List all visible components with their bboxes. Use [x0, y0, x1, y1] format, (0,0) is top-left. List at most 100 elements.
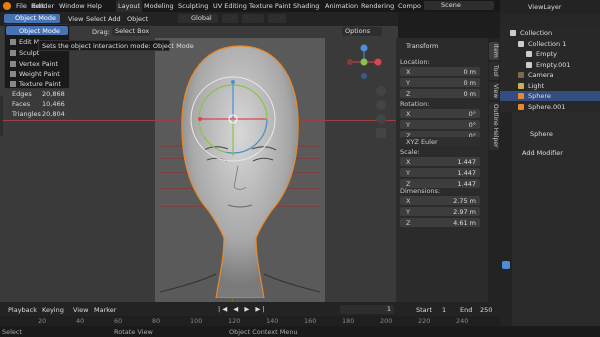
- transform-gizmo[interactable]: [188, 74, 278, 164]
- dimensions-z-field[interactable]: Z 4.61 m: [400, 218, 480, 227]
- keying-menu[interactable]: Keying: [42, 306, 64, 314]
- outliner-row-label: Light: [528, 81, 545, 90]
- tab-rendering[interactable]: Rendering: [361, 2, 394, 10]
- outliner-row[interactable]: Camera: [500, 70, 600, 80]
- view-menu[interactable]: View: [68, 15, 83, 23]
- outliner-row[interactable]: Sphere.001: [500, 102, 600, 112]
- outliner-row[interactable]: Light: [500, 81, 600, 91]
- start-frame-value[interactable]: 1: [442, 306, 446, 314]
- menu-file[interactable]: File: [16, 2, 27, 10]
- field-key: X: [406, 197, 411, 205]
- timeline: Playback Keying View Marker |◀ ◀ ▶ ▶| 1 …: [0, 302, 500, 326]
- tab-sculpting[interactable]: Sculpting: [178, 2, 208, 10]
- tab-outline-helper[interactable]: Outline Helper: [489, 102, 499, 150]
- tab-animation[interactable]: Animation: [325, 2, 358, 10]
- menu-render[interactable]: Render: [31, 2, 54, 10]
- menu-item-vertex-paint[interactable]: Vertex Paint: [19, 60, 58, 68]
- camera-icon: [518, 72, 524, 78]
- pan-hand-icon[interactable]: [376, 100, 386, 110]
- object-menu[interactable]: Object: [127, 15, 148, 23]
- field-value: 0 m: [463, 90, 476, 98]
- stat-value: 20,868: [42, 90, 65, 98]
- stats-overlay: Edges 20,868 Faces 10,466 Triangles 20,804: [12, 90, 65, 120]
- rotation-x-field[interactable]: X 0°: [400, 109, 480, 118]
- field-key: Y: [406, 208, 410, 216]
- rotation-mode-value: XYZ Euler: [406, 138, 438, 146]
- add-modifier-button[interactable]: Add Modifier: [522, 149, 563, 157]
- tab-modeling[interactable]: Modeling: [144, 2, 174, 10]
- outliner-row[interactable]: Empty: [500, 49, 600, 59]
- outliner-row[interactable]: Sphere: [500, 91, 600, 101]
- current-frame-field[interactable]: 1: [340, 305, 394, 314]
- play-controls[interactable]: |◀ ◀ ▶ ▶|: [218, 305, 267, 313]
- navigation-gizmo[interactable]: [346, 44, 382, 80]
- snap-toggle[interactable]: [242, 14, 264, 23]
- field-key: Z: [406, 219, 411, 227]
- grid-view-icon[interactable]: [376, 128, 386, 138]
- menu-item-sculpt[interactable]: Sculpt: [19, 49, 39, 57]
- outliner-row[interactable]: Collection: [500, 28, 600, 38]
- tab-item[interactable]: Item: [489, 42, 499, 60]
- tab-view[interactable]: View: [489, 82, 499, 100]
- sculpt-icon: [10, 50, 16, 56]
- tab-tool[interactable]: Tool: [489, 62, 499, 80]
- playback-menu[interactable]: Playback: [8, 306, 37, 314]
- end-frame-value[interactable]: 250: [480, 306, 492, 314]
- frame-ruler[interactable]: 20 40 60 80 100 120 140 160 180 200 220 240: [0, 316, 500, 326]
- marker-menu[interactable]: Marker: [94, 306, 116, 314]
- scene-selector[interactable]: Scene: [424, 1, 494, 10]
- location-z-field[interactable]: Z 0 m: [400, 89, 480, 98]
- blender-logo-icon[interactable]: [3, 2, 11, 10]
- light-icon: [518, 82, 524, 89]
- location-x-field[interactable]: X 0 m: [400, 67, 480, 76]
- properties-tabs: [500, 112, 512, 337]
- outliner-row-label: Collection 1: [528, 39, 567, 48]
- panel-title[interactable]: Transform: [406, 42, 438, 50]
- tab-compositing[interactable]: Compo: [398, 2, 421, 10]
- rotation-mode-selector[interactable]: XYZ Euler: [400, 137, 480, 146]
- stat-edges: Edges 20,868: [12, 90, 65, 100]
- menu-item-edit-mode[interactable]: Edit M: [19, 38, 39, 46]
- tab-texture-paint[interactable]: Texture Paint: [249, 2, 291, 10]
- sphere-icon: [518, 93, 524, 99]
- rotation-y-field[interactable]: Y 0°: [400, 120, 480, 129]
- location-y-field[interactable]: Y 0 m: [400, 78, 480, 87]
- menu-help[interactable]: Help: [87, 2, 102, 10]
- ruler-tick-label: 140: [266, 317, 279, 325]
- stat-label: Faces: [12, 100, 31, 108]
- collection-1-icon: [518, 40, 524, 47]
- outliner-row[interactable]: Empty.001: [500, 60, 600, 70]
- view-menu[interactable]: View: [73, 306, 88, 314]
- dimensions-y-field[interactable]: Y 2.97 m: [400, 207, 480, 216]
- texture-paint-icon: [10, 81, 16, 87]
- orientation-selector[interactable]: Global: [178, 14, 218, 23]
- proportional-toggle[interactable]: [268, 14, 286, 23]
- vertex-paint-icon: [10, 61, 16, 67]
- add-menu[interactable]: Add: [108, 15, 121, 23]
- mode-selector[interactable]: Object Mode: [4, 14, 60, 23]
- camera-view-icon[interactable]: [376, 114, 386, 124]
- menu-item-texture-paint[interactable]: Texture Paint: [19, 80, 61, 88]
- drag-mode-selector[interactable]: Select Box: [112, 27, 150, 36]
- tab-shading[interactable]: Shading: [293, 2, 319, 10]
- dimensions-x-field[interactable]: X 2.75 m: [400, 196, 480, 205]
- options-button[interactable]: Options: [342, 27, 382, 36]
- menu-window[interactable]: Window: [59, 2, 85, 10]
- select-menu[interactable]: Select: [86, 15, 106, 23]
- scale-y-field[interactable]: Y 1.447: [400, 168, 480, 177]
- menu-item-weight-paint[interactable]: Weight Paint: [19, 70, 60, 78]
- field-key: X: [406, 68, 411, 76]
- scale-x-field[interactable]: X 1.447: [400, 157, 480, 166]
- object-name-field[interactable]: Sphere: [530, 130, 553, 138]
- field-value: 1.447: [457, 158, 476, 166]
- pivot-selector[interactable]: [222, 14, 238, 23]
- tab-layout[interactable]: Layout: [116, 0, 143, 12]
- outliner-row-label: Empty.001: [536, 60, 571, 69]
- status-bar: Select Rotate View Object Context Menu: [0, 326, 600, 337]
- zoom-icon[interactable]: [376, 86, 386, 96]
- outliner-row[interactable]: Collection 1: [500, 39, 600, 49]
- ruler-tick-label: 220: [418, 317, 431, 325]
- outliner-header: ViewLayer: [500, 0, 600, 14]
- tab-uv-editing[interactable]: UV Editing: [213, 2, 247, 10]
- wrench-icon[interactable]: [502, 261, 510, 269]
